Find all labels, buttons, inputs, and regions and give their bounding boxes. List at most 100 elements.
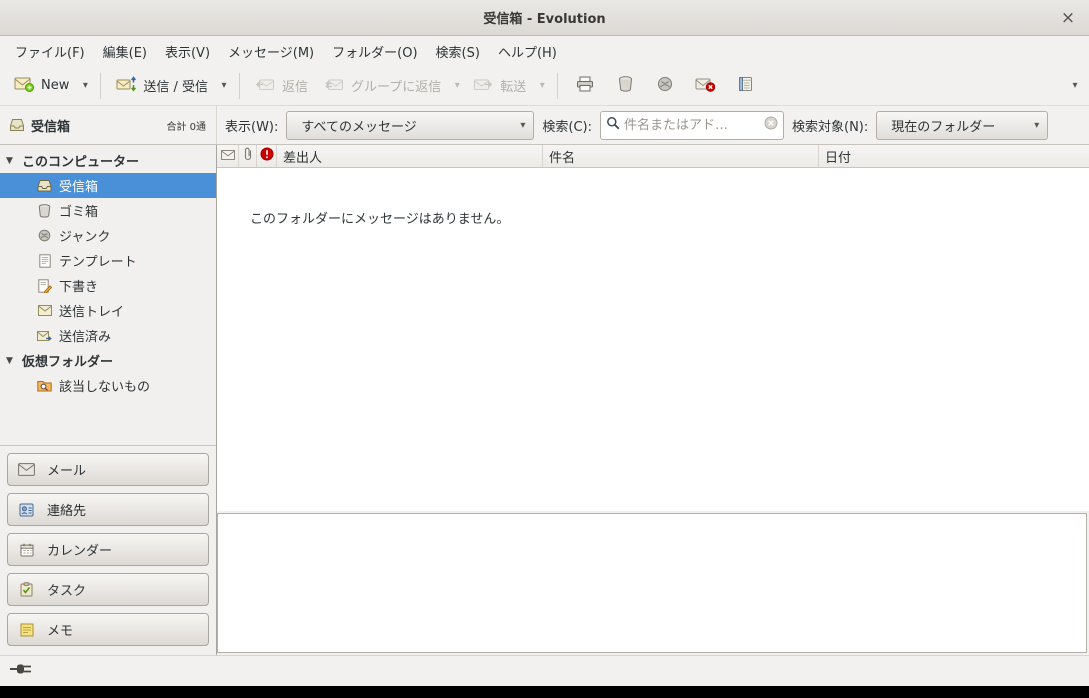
folder-tree: ▼ このコンピューター 受信箱 ゴミ箱 [0, 145, 216, 398]
sidebar-folder-inbox[interactable]: 受信箱 [0, 173, 216, 198]
mail-pane: 差出人 件名 日付 このフォルダーにメッセージはありません。 [217, 145, 1089, 655]
sidebar-folder-templates[interactable]: テンプレート [0, 248, 216, 273]
sidebar-folder-trash[interactable]: ゴミ箱 [0, 198, 216, 223]
notebook-icon [738, 76, 753, 96]
switcher-tasks-button[interactable]: タスク [7, 573, 209, 606]
toolbar-overflow-arrow[interactable]: ▾ [1067, 70, 1083, 102]
important-icon [260, 147, 274, 165]
switcher-calendar-button[interactable]: カレンダー [7, 533, 209, 566]
search-scope-dropdown[interactable]: 現在のフォルダー ▾ [876, 111, 1048, 140]
sidebar: ▼ このコンピューター 受信箱 ゴミ箱 [0, 145, 217, 655]
forward-button[interactable]: 転送 [465, 70, 534, 102]
clear-search-icon[interactable] [764, 116, 778, 134]
view-switcher: メール 連絡先 カレンダー [0, 445, 216, 655]
main-content: ▼ このコンピューター 受信箱 ゴミ箱 [0, 145, 1089, 655]
folder-label: テンプレート [59, 251, 137, 270]
folder-label: 下書き [59, 276, 98, 295]
sidebar-folder-drafts[interactable]: 下書き [0, 273, 216, 298]
search-scope-value: 現在のフォルダー [891, 116, 1024, 135]
memo-icon [18, 621, 35, 638]
send-receive-button[interactable]: 送信 / 受信 [108, 70, 216, 102]
group-reply-button[interactable]: グループに返信 [316, 70, 449, 102]
draft-icon [36, 277, 53, 294]
document-icon [36, 252, 53, 269]
show-filter-dropdown[interactable]: すべてのメッセージ ▾ [286, 111, 534, 140]
inbox-icon [8, 117, 25, 134]
menubar: ファイル(F) 編集(E) 表示(V) メッセージ(M) フォルダー(O) 検索… [0, 36, 1089, 66]
expander-icon[interactable]: ▼ [6, 156, 16, 166]
search-input[interactable] [624, 118, 760, 133]
close-button[interactable]: × [1057, 7, 1079, 29]
message-list[interactable]: このフォルダーにメッセージはありません。 [217, 168, 1089, 511]
chevron-down-icon: ▾ [520, 120, 525, 131]
tree-group-this-computer[interactable]: ▼ このコンピューター [0, 148, 216, 173]
new-dropdown-arrow[interactable]: ▾ [77, 70, 93, 102]
not-junk-button[interactable] [685, 70, 725, 102]
desktop-strip [0, 686, 1089, 698]
column-date[interactable]: 日付 [819, 145, 1089, 167]
group-reply-dropdown-arrow[interactable]: ▾ [449, 70, 465, 102]
search-icon [606, 116, 620, 134]
message-list-header: 差出人 件名 日付 [217, 145, 1089, 168]
forward-button-label: 転送 [500, 76, 526, 95]
online-status-icon [10, 663, 34, 679]
send-receive-label: 送信 / 受信 [143, 76, 208, 95]
menu-view[interactable]: 表示(V) [156, 36, 219, 66]
delete-button[interactable] [605, 70, 645, 102]
column-important[interactable] [257, 145, 277, 167]
switcher-contacts-button[interactable]: 連絡先 [7, 493, 209, 526]
message-status-icon [221, 149, 235, 164]
search-label: 検索(C): [542, 116, 592, 135]
sidebar-folder-outbox[interactable]: 送信トレイ [0, 298, 216, 323]
titlebar[interactable]: 受信箱 - Evolution × [0, 0, 1089, 36]
tasks-icon [18, 581, 35, 598]
toolbar: New ▾ 送信 / 受信 ▾ 返信 グループに返信 ▾ [0, 66, 1089, 106]
column-status[interactable] [217, 145, 239, 167]
column-attachment[interactable] [239, 145, 257, 167]
folder-label: 受信箱 [59, 176, 98, 195]
window-title: 受信箱 - Evolution [483, 8, 605, 27]
paperclip-icon [244, 147, 252, 165]
search-folder-icon [36, 377, 53, 394]
expander-icon[interactable]: ▼ [6, 356, 16, 366]
search-scope-label: 検索対象(N): [792, 116, 868, 135]
message-count-label: 合計 0通 [166, 118, 208, 133]
print-icon [576, 76, 594, 96]
addressbook-button[interactable] [725, 70, 765, 102]
menu-help[interactable]: ヘルプ(H) [489, 36, 566, 66]
switcher-contacts-label: 連絡先 [47, 500, 86, 519]
new-button[interactable]: New [6, 70, 77, 102]
outbox-icon [36, 302, 53, 319]
forward-dropdown-arrow[interactable]: ▾ [534, 70, 550, 102]
sidebar-folder-sent[interactable]: 送信済み [0, 323, 216, 348]
online-status-button[interactable] [6, 660, 38, 682]
switcher-memos-button[interactable]: メモ [7, 613, 209, 646]
folder-header: 受信箱 合計 0通 [0, 106, 217, 144]
tree-group-search-folders[interactable]: ▼ 仮想フォルダー [0, 348, 216, 373]
reply-button[interactable]: 返信 [247, 70, 316, 102]
sidebar-folder-junk[interactable]: ジャンク [0, 223, 216, 248]
tree-group-label: このコンピューター [22, 151, 139, 170]
switcher-mail-button[interactable]: メール [7, 453, 209, 486]
send-receive-dropdown-arrow[interactable]: ▾ [216, 70, 232, 102]
menu-edit[interactable]: 編集(E) [94, 36, 156, 66]
sidebar-folder-unmatched[interactable]: 該当しないもの [0, 373, 216, 398]
menu-folder[interactable]: フォルダー(O) [323, 36, 426, 66]
mail-icon [18, 461, 35, 478]
new-button-label: New [41, 78, 69, 93]
menu-message[interactable]: メッセージ(M) [219, 36, 323, 66]
folder-label: 該当しないもの [59, 376, 150, 395]
folder-label: ジャンク [59, 226, 110, 245]
forward-icon [473, 76, 493, 96]
junk-button[interactable] [645, 70, 685, 102]
menu-file[interactable]: ファイル(F) [6, 36, 94, 66]
new-mail-icon [14, 76, 34, 96]
column-subject[interactable]: 件名 [543, 145, 819, 167]
print-button[interactable] [565, 70, 605, 102]
menu-search[interactable]: 検索(S) [427, 36, 489, 66]
folder-label: ゴミ箱 [59, 201, 98, 220]
chevron-down-icon: ▾ [1034, 120, 1039, 131]
trash-icon [36, 202, 53, 219]
folder-label: 送信済み [59, 326, 111, 345]
column-from[interactable]: 差出人 [277, 145, 543, 167]
